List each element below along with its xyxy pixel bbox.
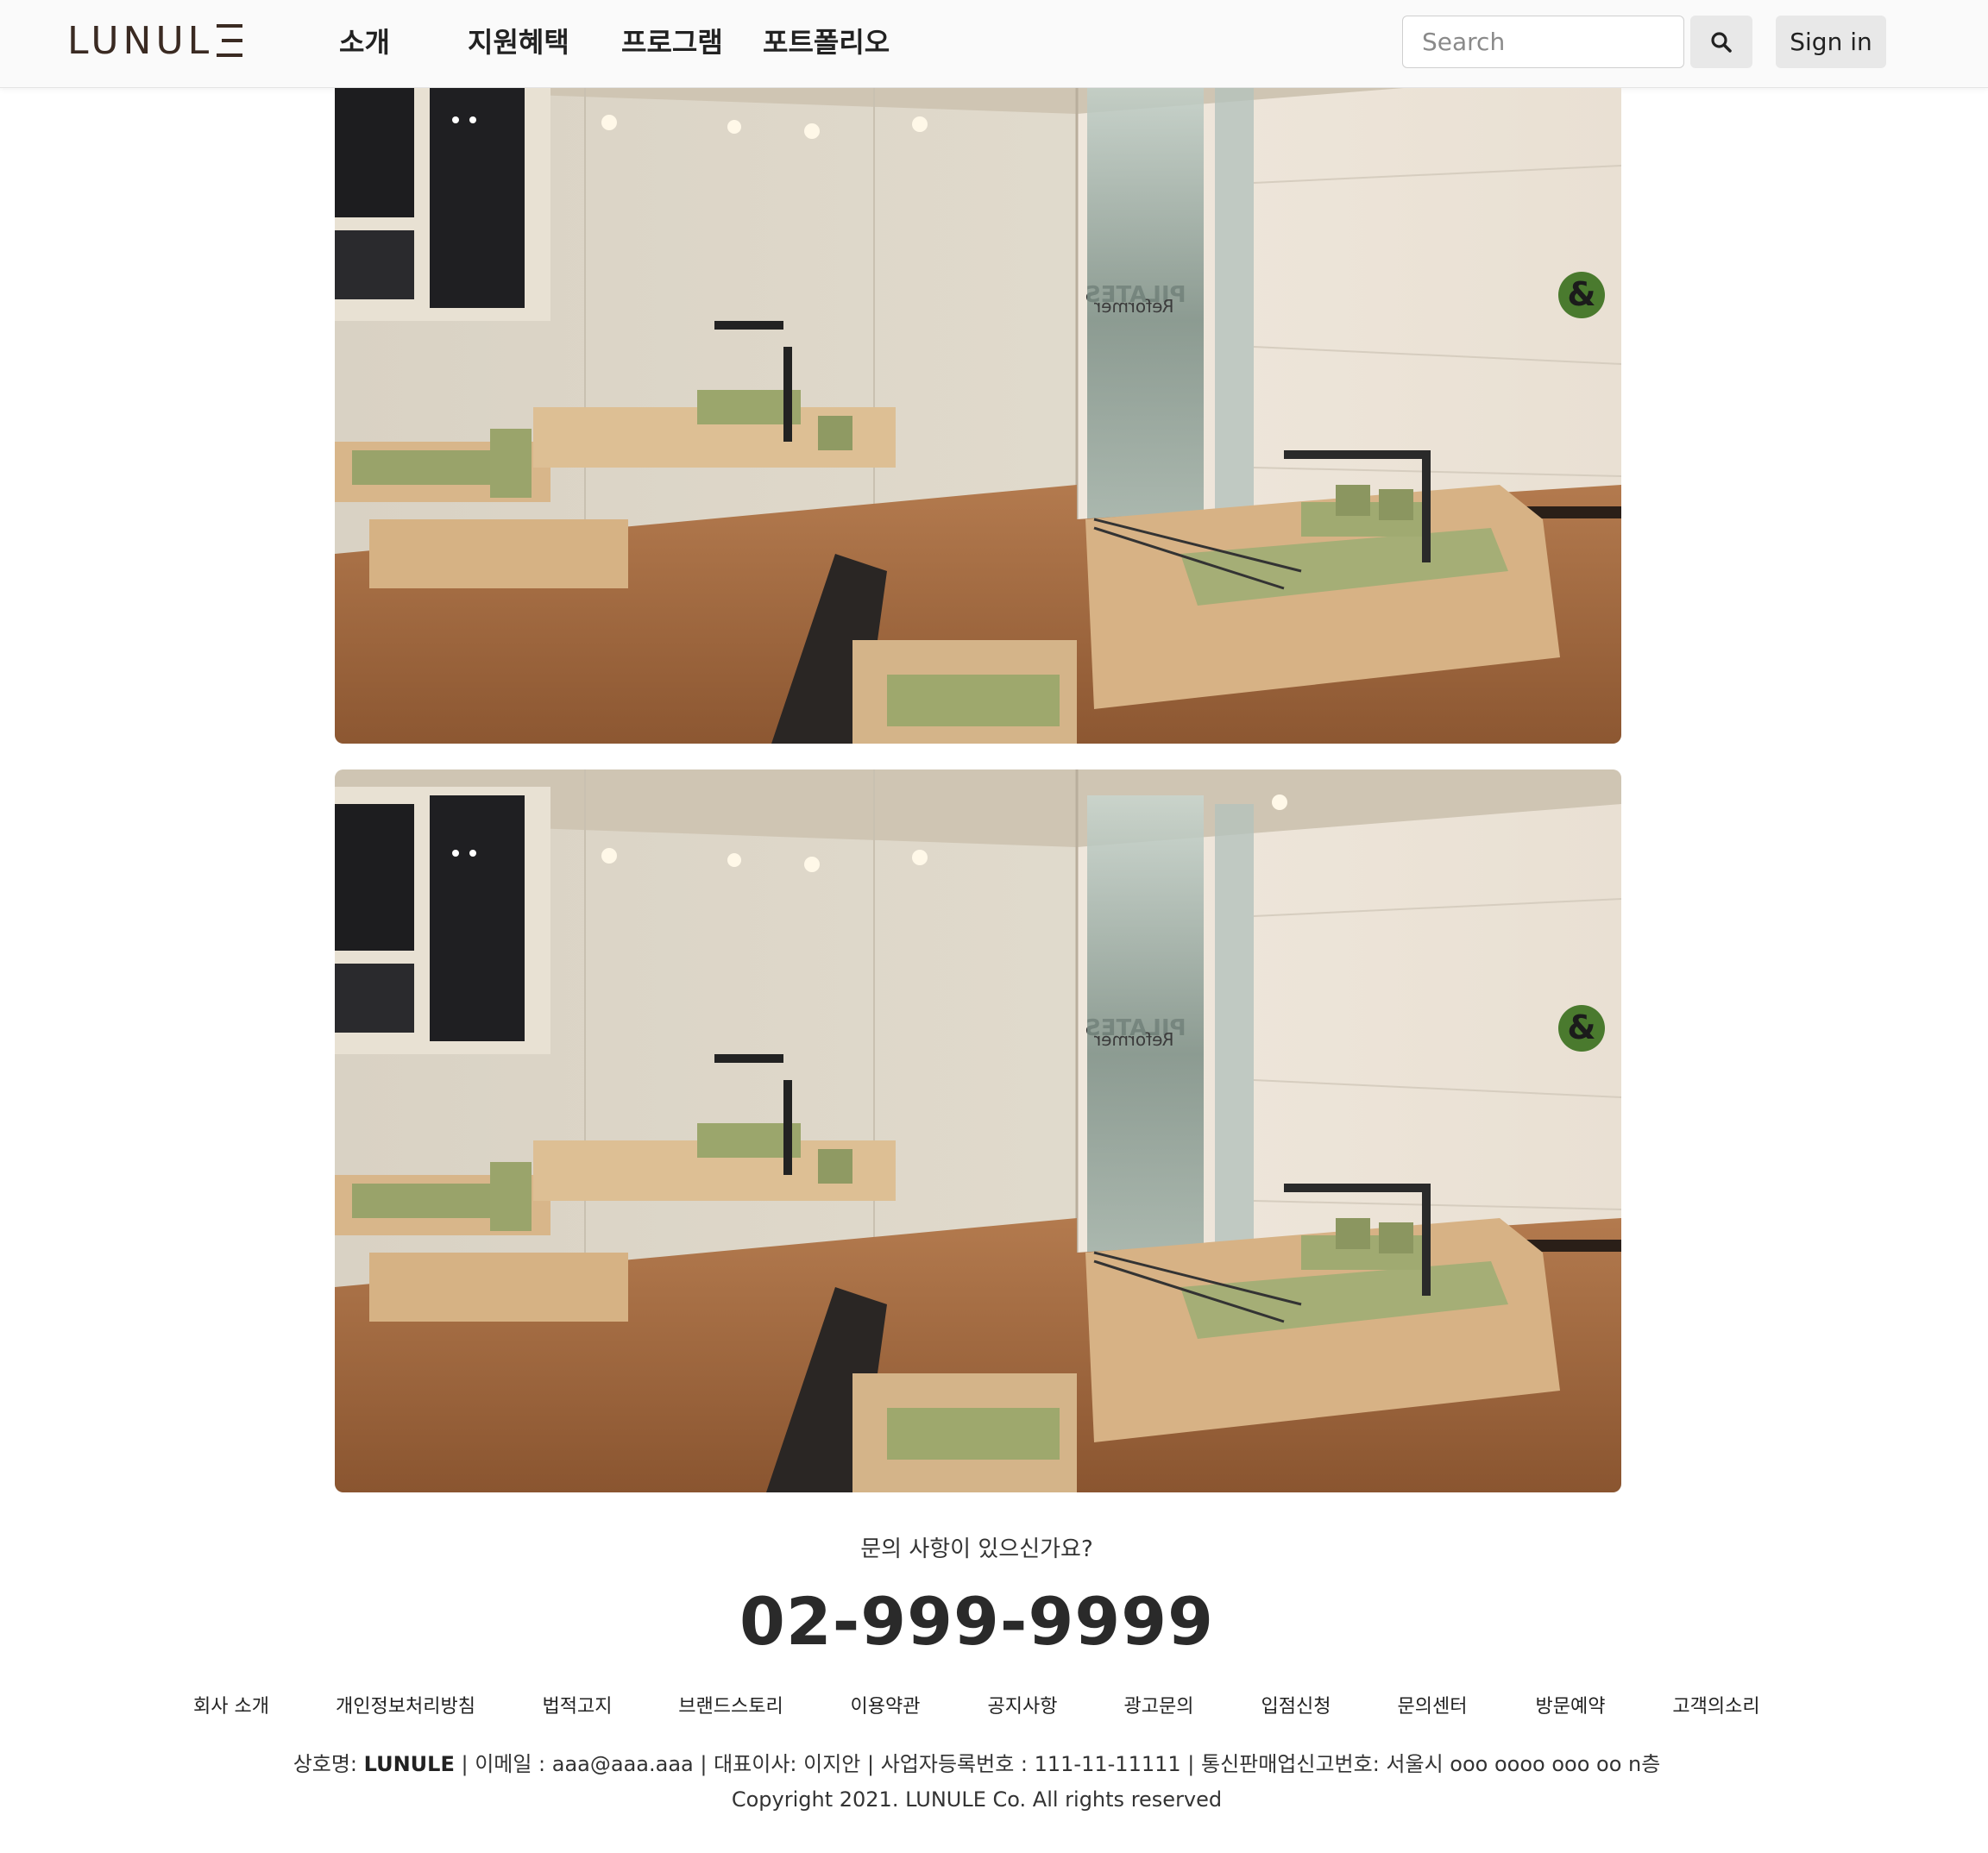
search-input[interactable] — [1402, 16, 1684, 68]
footer-link-visit-booking[interactable]: 방문예약 — [1536, 1691, 1606, 1718]
contact-question: 문의 사항이 있으신가요? — [860, 1536, 1093, 1562]
search-icon — [1711, 31, 1732, 53]
search-button[interactable] — [1690, 16, 1752, 68]
nav-benefits[interactable]: 지원혜택 — [468, 21, 569, 64]
copyright-text: Copyright 2021. LUNULE Co. All rights re… — [731, 1787, 1223, 1812]
footer-link-help-center[interactable]: 문의센터 — [1398, 1691, 1468, 1718]
footer-link-store-apply[interactable]: 입점신청 — [1261, 1691, 1331, 1718]
nav-program[interactable]: 프로그램 — [621, 21, 723, 64]
company-details: | 이메일 : aaa@aaa.aaa | 대표이사: 이지안 | 사업자등록번… — [454, 1752, 1661, 1776]
pilates-studio-image — [335, 88, 1621, 744]
footer-link-terms[interactable]: 이용약관 — [851, 1691, 921, 1718]
logo-e-glyph — [217, 24, 243, 57]
contact-phone-number[interactable]: 02-999-9999 — [0, 1583, 1953, 1660]
company-name: LUNULE — [363, 1752, 455, 1776]
company-info: 상호명: LUNULE | 이메일 : aaa@aaa.aaa | 대표이사: … — [0, 1747, 1953, 1777]
pilates-studio-image — [335, 769, 1621, 1492]
footer-link-customer-voice[interactable]: 고객의소리 — [1672, 1691, 1759, 1718]
footer-link-notice[interactable]: 공지사항 — [988, 1691, 1058, 1718]
footer-links: 회사 소개 개인정보처리방침 법적고지 브랜드스토리 이용약관 공지사항 광고문… — [0, 1691, 1988, 1718]
footer-link-privacy[interactable]: 개인정보처리방침 — [336, 1691, 475, 1718]
nav-portfolio[interactable]: 포트폴리오 — [763, 21, 890, 64]
studio-photo-1 — [335, 88, 1621, 744]
studio-photo-2 — [335, 769, 1621, 1492]
footer-link-company[interactable]: 회사 소개 — [193, 1691, 269, 1718]
top-navbar: LUNUL 소개 지원혜택 프로그램 포트폴리오 Sign in — [0, 0, 1988, 88]
sign-in-button[interactable]: Sign in — [1776, 16, 1886, 68]
footer-link-legal[interactable]: 법적고지 — [543, 1691, 613, 1718]
company-label: 상호명: — [293, 1752, 364, 1776]
footer-link-brand-story[interactable]: 브랜드스토리 — [678, 1691, 783, 1718]
nav-intro[interactable]: 소개 — [339, 21, 390, 64]
brand-logo[interactable]: LUNUL — [67, 19, 243, 63]
footer-link-ads[interactable]: 광고문의 — [1124, 1691, 1194, 1718]
